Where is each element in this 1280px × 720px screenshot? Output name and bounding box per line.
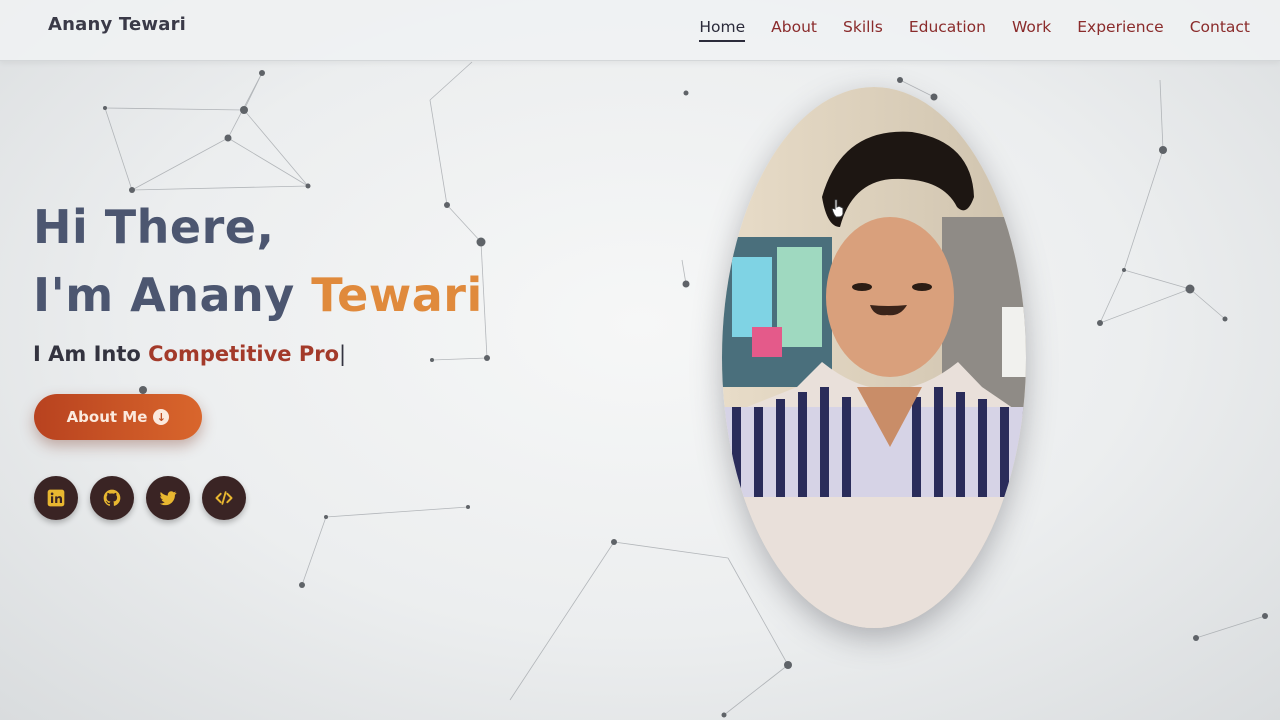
typed-prefix: I Am Into bbox=[33, 342, 149, 366]
arrow-down-circle-icon: ↓ bbox=[153, 409, 170, 425]
nav-link-skills[interactable]: Skills bbox=[843, 18, 883, 42]
twitter-link[interactable] bbox=[146, 476, 190, 520]
brand-logo-text[interactable]: Anany Tewari bbox=[48, 14, 186, 35]
nav-link-contact[interactable]: Contact bbox=[1190, 18, 1250, 42]
nav-link-about[interactable]: About bbox=[771, 18, 817, 42]
nav-link-education[interactable]: Education bbox=[909, 18, 986, 42]
typing-caret: | bbox=[339, 342, 347, 366]
github-icon bbox=[103, 489, 121, 506]
about-me-button-label: About Me bbox=[66, 408, 148, 426]
profile-photo-illustration bbox=[722, 87, 1026, 628]
about-me-button[interactable]: About Me ↓ bbox=[34, 394, 202, 440]
code-profile-link[interactable] bbox=[202, 476, 246, 520]
hero-intro-prefix: I'm Anany bbox=[33, 268, 312, 322]
profile-photo bbox=[722, 87, 1026, 628]
linkedin-link[interactable] bbox=[34, 476, 78, 520]
nav-links: Home About Skills Education Work Experie… bbox=[699, 18, 1250, 42]
hero-greeting: Hi There, bbox=[33, 200, 275, 254]
typed-role-line: I Am Into Competitive Pro| bbox=[33, 342, 346, 366]
nav-link-work[interactable]: Work bbox=[1012, 18, 1051, 42]
nav-link-experience[interactable]: Experience bbox=[1077, 18, 1163, 42]
linkedin-icon bbox=[47, 489, 65, 507]
nav-link-home[interactable]: Home bbox=[699, 18, 746, 42]
typed-role-text: Competitive Pro bbox=[148, 342, 340, 366]
hero-intro: I'm Anany Tewari bbox=[33, 268, 483, 322]
github-link[interactable] bbox=[90, 476, 134, 520]
social-links bbox=[34, 476, 246, 520]
hero-intro-highlight: Tewari bbox=[311, 268, 483, 322]
mouse-cursor-hand-icon bbox=[831, 199, 844, 218]
twitter-icon bbox=[159, 491, 177, 506]
top-navbar: Anany Tewari Home About Skills Education… bbox=[0, 0, 1280, 61]
code-icon bbox=[215, 491, 233, 505]
